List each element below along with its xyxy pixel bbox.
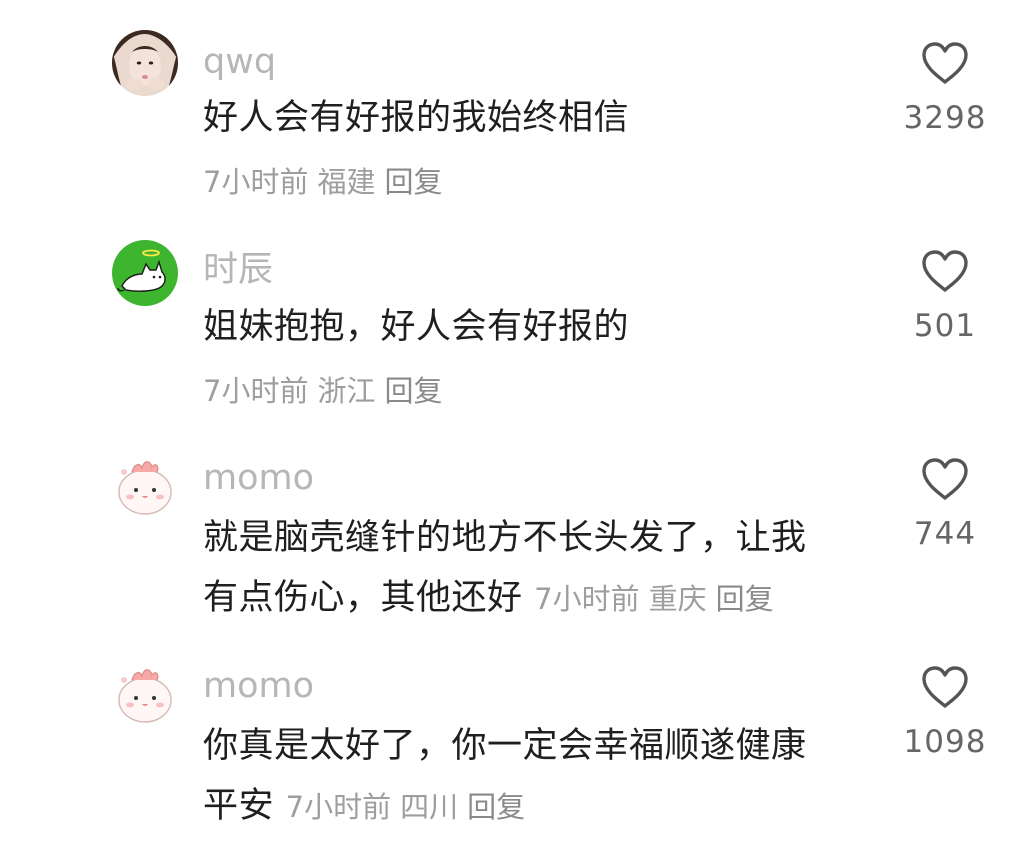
reply-button[interactable]: 回复 [384, 165, 442, 199]
reply-button[interactable]: 回复 [467, 790, 525, 824]
like-count: 3298 [903, 100, 987, 136]
comment-text-tail: 平安 [203, 786, 275, 826]
comment-text-line: 你真是太好了，你一定会幸福顺遂健康 [203, 726, 807, 766]
username[interactable]: momo [203, 664, 314, 708]
comment-text-line: 平安 7小时前 四川 回复 [203, 776, 863, 837]
pink-cartoon-avatar-icon [112, 452, 178, 518]
cat-avatar-icon [112, 240, 178, 306]
comment-time: 7小时前 [285, 790, 392, 824]
comment-text: 你真是太好了，你一定会幸福顺遂健康 平安 7小时前 四川 回复 [203, 716, 863, 837]
heart-outline-icon[interactable] [920, 40, 970, 86]
comment-text-line: 有点伤心，其他还好 7小时前 重庆 回复 [203, 568, 863, 629]
like-count: 501 [913, 308, 977, 344]
like-area: 501 [895, 248, 995, 344]
comment-text-tail: 有点伤心，其他还好 [203, 578, 523, 618]
username[interactable]: momo [203, 456, 314, 500]
comment-text: 就是脑壳缝针的地方不长头发了，让我 有点伤心，其他还好 7小时前 重庆 回复 [203, 508, 863, 629]
pink-cartoon-avatar-icon [112, 660, 178, 726]
comment-location: 浙江 [317, 374, 376, 408]
photo-avatar-icon [112, 30, 178, 96]
comment-text-line: 就是脑壳缝针的地方不长头发了，让我 [203, 518, 807, 558]
user-avatar[interactable] [112, 660, 178, 726]
like-area: 744 [895, 456, 995, 552]
username[interactable]: qwq [203, 40, 276, 84]
comment-time: 7小时前 [203, 165, 309, 199]
comment-location: 福建 [317, 165, 376, 199]
heart-outline-icon[interactable] [920, 664, 970, 710]
user-avatar[interactable] [112, 452, 178, 518]
comment-text: 好人会有好报的我始终相信 [203, 98, 630, 138]
comment-meta: 7小时前 四川 回复 [286, 790, 534, 824]
like-count: 744 [913, 516, 977, 552]
heart-outline-icon[interactable] [920, 248, 970, 294]
comment-meta: 7小时前 重庆 回复 [534, 582, 782, 616]
comment-meta: 7小时前 福建 回复 [203, 162, 451, 202]
comment-text: 姐妹抱抱，好人会有好报的 [203, 307, 630, 347]
like-count: 1098 [903, 724, 987, 760]
like-area: 1098 [895, 664, 995, 760]
user-avatar[interactable] [112, 240, 178, 306]
username[interactable]: 时辰 [203, 248, 273, 292]
comment-meta: 7小时前 浙江 回复 [203, 371, 451, 411]
comment-time: 7小时前 [203, 374, 309, 408]
comment-location: 四川 [400, 790, 459, 824]
comment-location: 重庆 [648, 582, 707, 616]
user-avatar[interactable] [112, 30, 178, 96]
reply-button[interactable]: 回复 [384, 374, 442, 408]
reply-button[interactable]: 回复 [716, 582, 774, 616]
like-area: 3298 [895, 40, 995, 136]
comment-time: 7小时前 [534, 582, 640, 616]
heart-outline-icon[interactable] [920, 456, 970, 502]
